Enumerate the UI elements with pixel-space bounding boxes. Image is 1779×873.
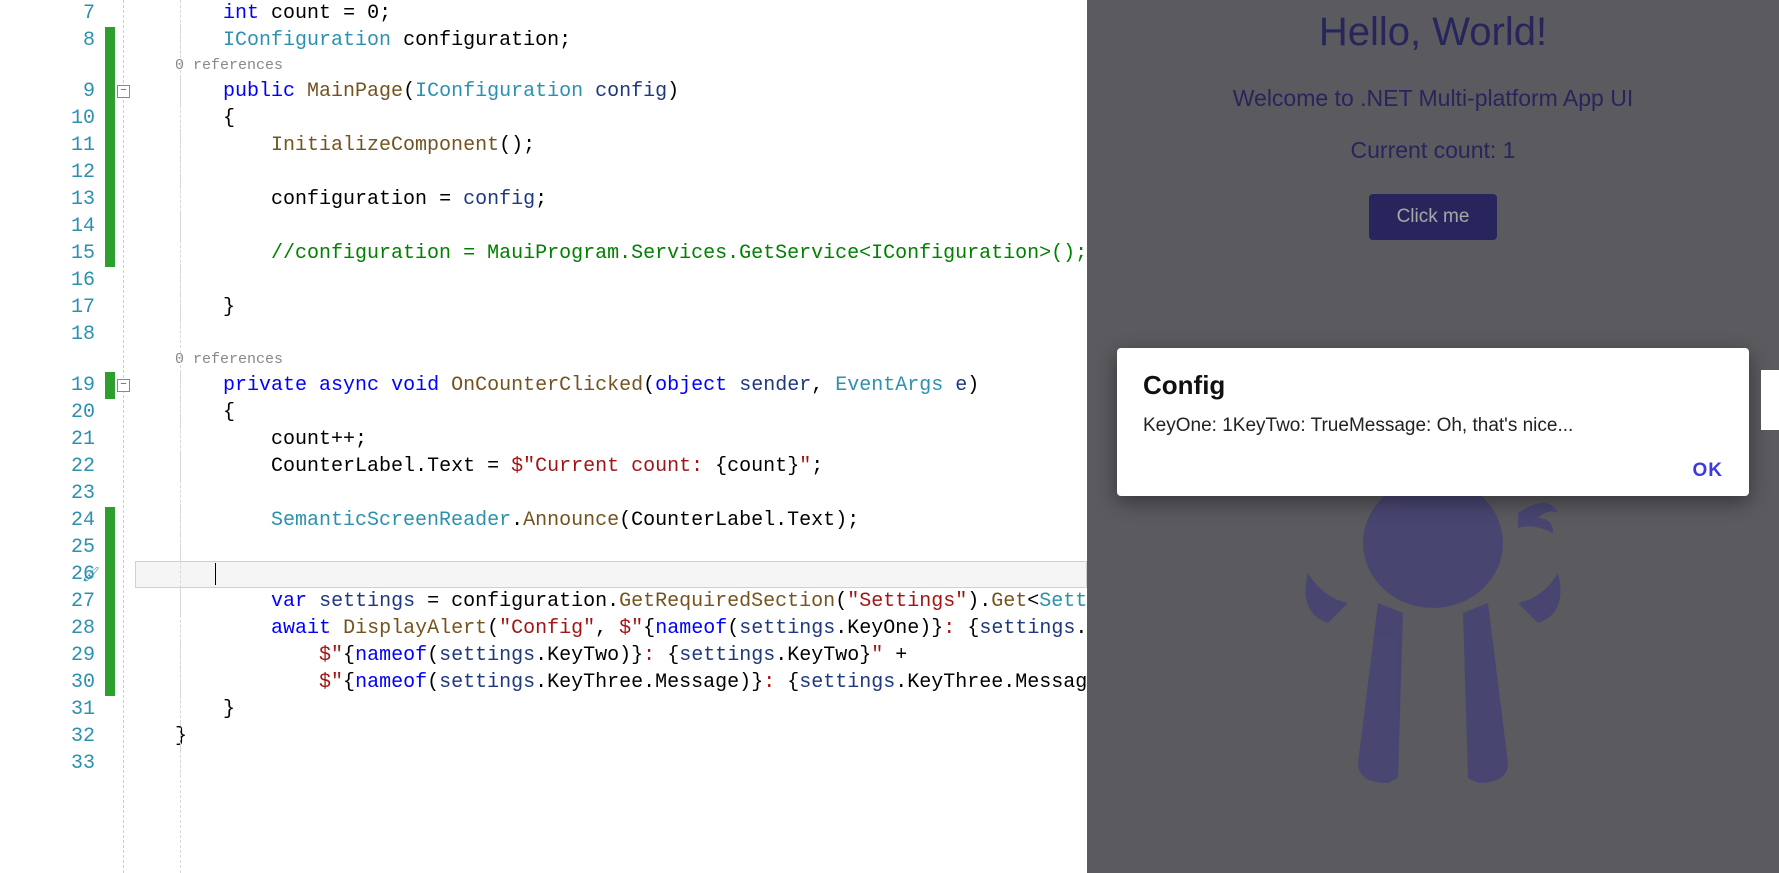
code-line[interactable]: CounterLabel.Text = $"Current count: {co… <box>135 453 1087 480</box>
text-cursor <box>215 563 216 585</box>
alert-ok-button[interactable]: OK <box>1693 460 1724 482</box>
code-line[interactable]: { <box>135 105 1087 132</box>
alert-title: Config <box>1143 370 1723 401</box>
alert-message: KeyOne: 1KeyTwo: TrueMessage: Oh, that's… <box>1143 413 1723 439</box>
fold-toggle[interactable]: − <box>117 379 130 392</box>
fold-toggle[interactable]: − <box>117 85 130 98</box>
code-line[interactable] <box>135 213 1087 240</box>
change-indicator-bar <box>105 0 115 873</box>
code-editor[interactable]: 78 9101112131415161718 19202122232425262… <box>0 0 1087 873</box>
code-line[interactable]: SemanticScreenReader.Announce(CounterLab… <box>135 507 1087 534</box>
code-line[interactable] <box>135 321 1087 348</box>
preview-scrollbar[interactable] <box>1761 370 1779 430</box>
code-line[interactable]: private async void OnCounterClicked(obje… <box>135 372 1087 399</box>
code-area[interactable]: int count = 0; IConfiguration configurat… <box>135 0 1087 873</box>
code-line[interactable] <box>135 480 1087 507</box>
format-brush-icon: 🖌 <box>82 567 98 583</box>
code-line[interactable]: configuration = config; <box>135 186 1087 213</box>
code-line[interactable] <box>135 267 1087 294</box>
line-number-gutter: 78 9101112131415161718 19202122232425262… <box>0 0 105 873</box>
code-line[interactable]: InitializeComponent(); <box>135 132 1087 159</box>
code-line[interactable] <box>135 534 1087 561</box>
code-line[interactable]: count++; <box>135 426 1087 453</box>
code-line[interactable]: } <box>135 696 1087 723</box>
code-line[interactable]: } <box>135 723 1087 750</box>
code-line[interactable]: var settings = configuration.GetRequired… <box>135 588 1087 615</box>
codelens-reference-count[interactable]: 0 references <box>135 348 1087 372</box>
code-line[interactable] <box>135 750 1087 777</box>
code-line[interactable] <box>135 561 1087 588</box>
app-preview: Hello, World! Welcome to .NET Multi-plat… <box>1087 0 1779 873</box>
code-line[interactable]: } <box>135 294 1087 321</box>
code-line[interactable]: { <box>135 399 1087 426</box>
fold-column: −− <box>115 0 135 873</box>
code-line[interactable]: public MainPage(IConfiguration config) <box>135 78 1087 105</box>
codelens-reference-count[interactable]: 0 references <box>135 54 1087 78</box>
code-line[interactable]: int count = 0; <box>135 0 1087 27</box>
code-line[interactable]: IConfiguration configuration; <box>135 27 1087 54</box>
code-line[interactable]: $"{nameof(settings.KeyTwo)}: {settings.K… <box>135 642 1087 669</box>
alert-dialog: Config KeyOne: 1KeyTwo: TrueMessage: Oh,… <box>1117 348 1749 496</box>
code-line[interactable]: await DisplayAlert("Config", $"{nameof(s… <box>135 615 1087 642</box>
code-line[interactable]: //configuration = MauiProgram.Services.G… <box>135 240 1087 267</box>
code-line[interactable]: $"{nameof(settings.KeyThree.Message)}: {… <box>135 669 1087 696</box>
code-line[interactable] <box>135 159 1087 186</box>
